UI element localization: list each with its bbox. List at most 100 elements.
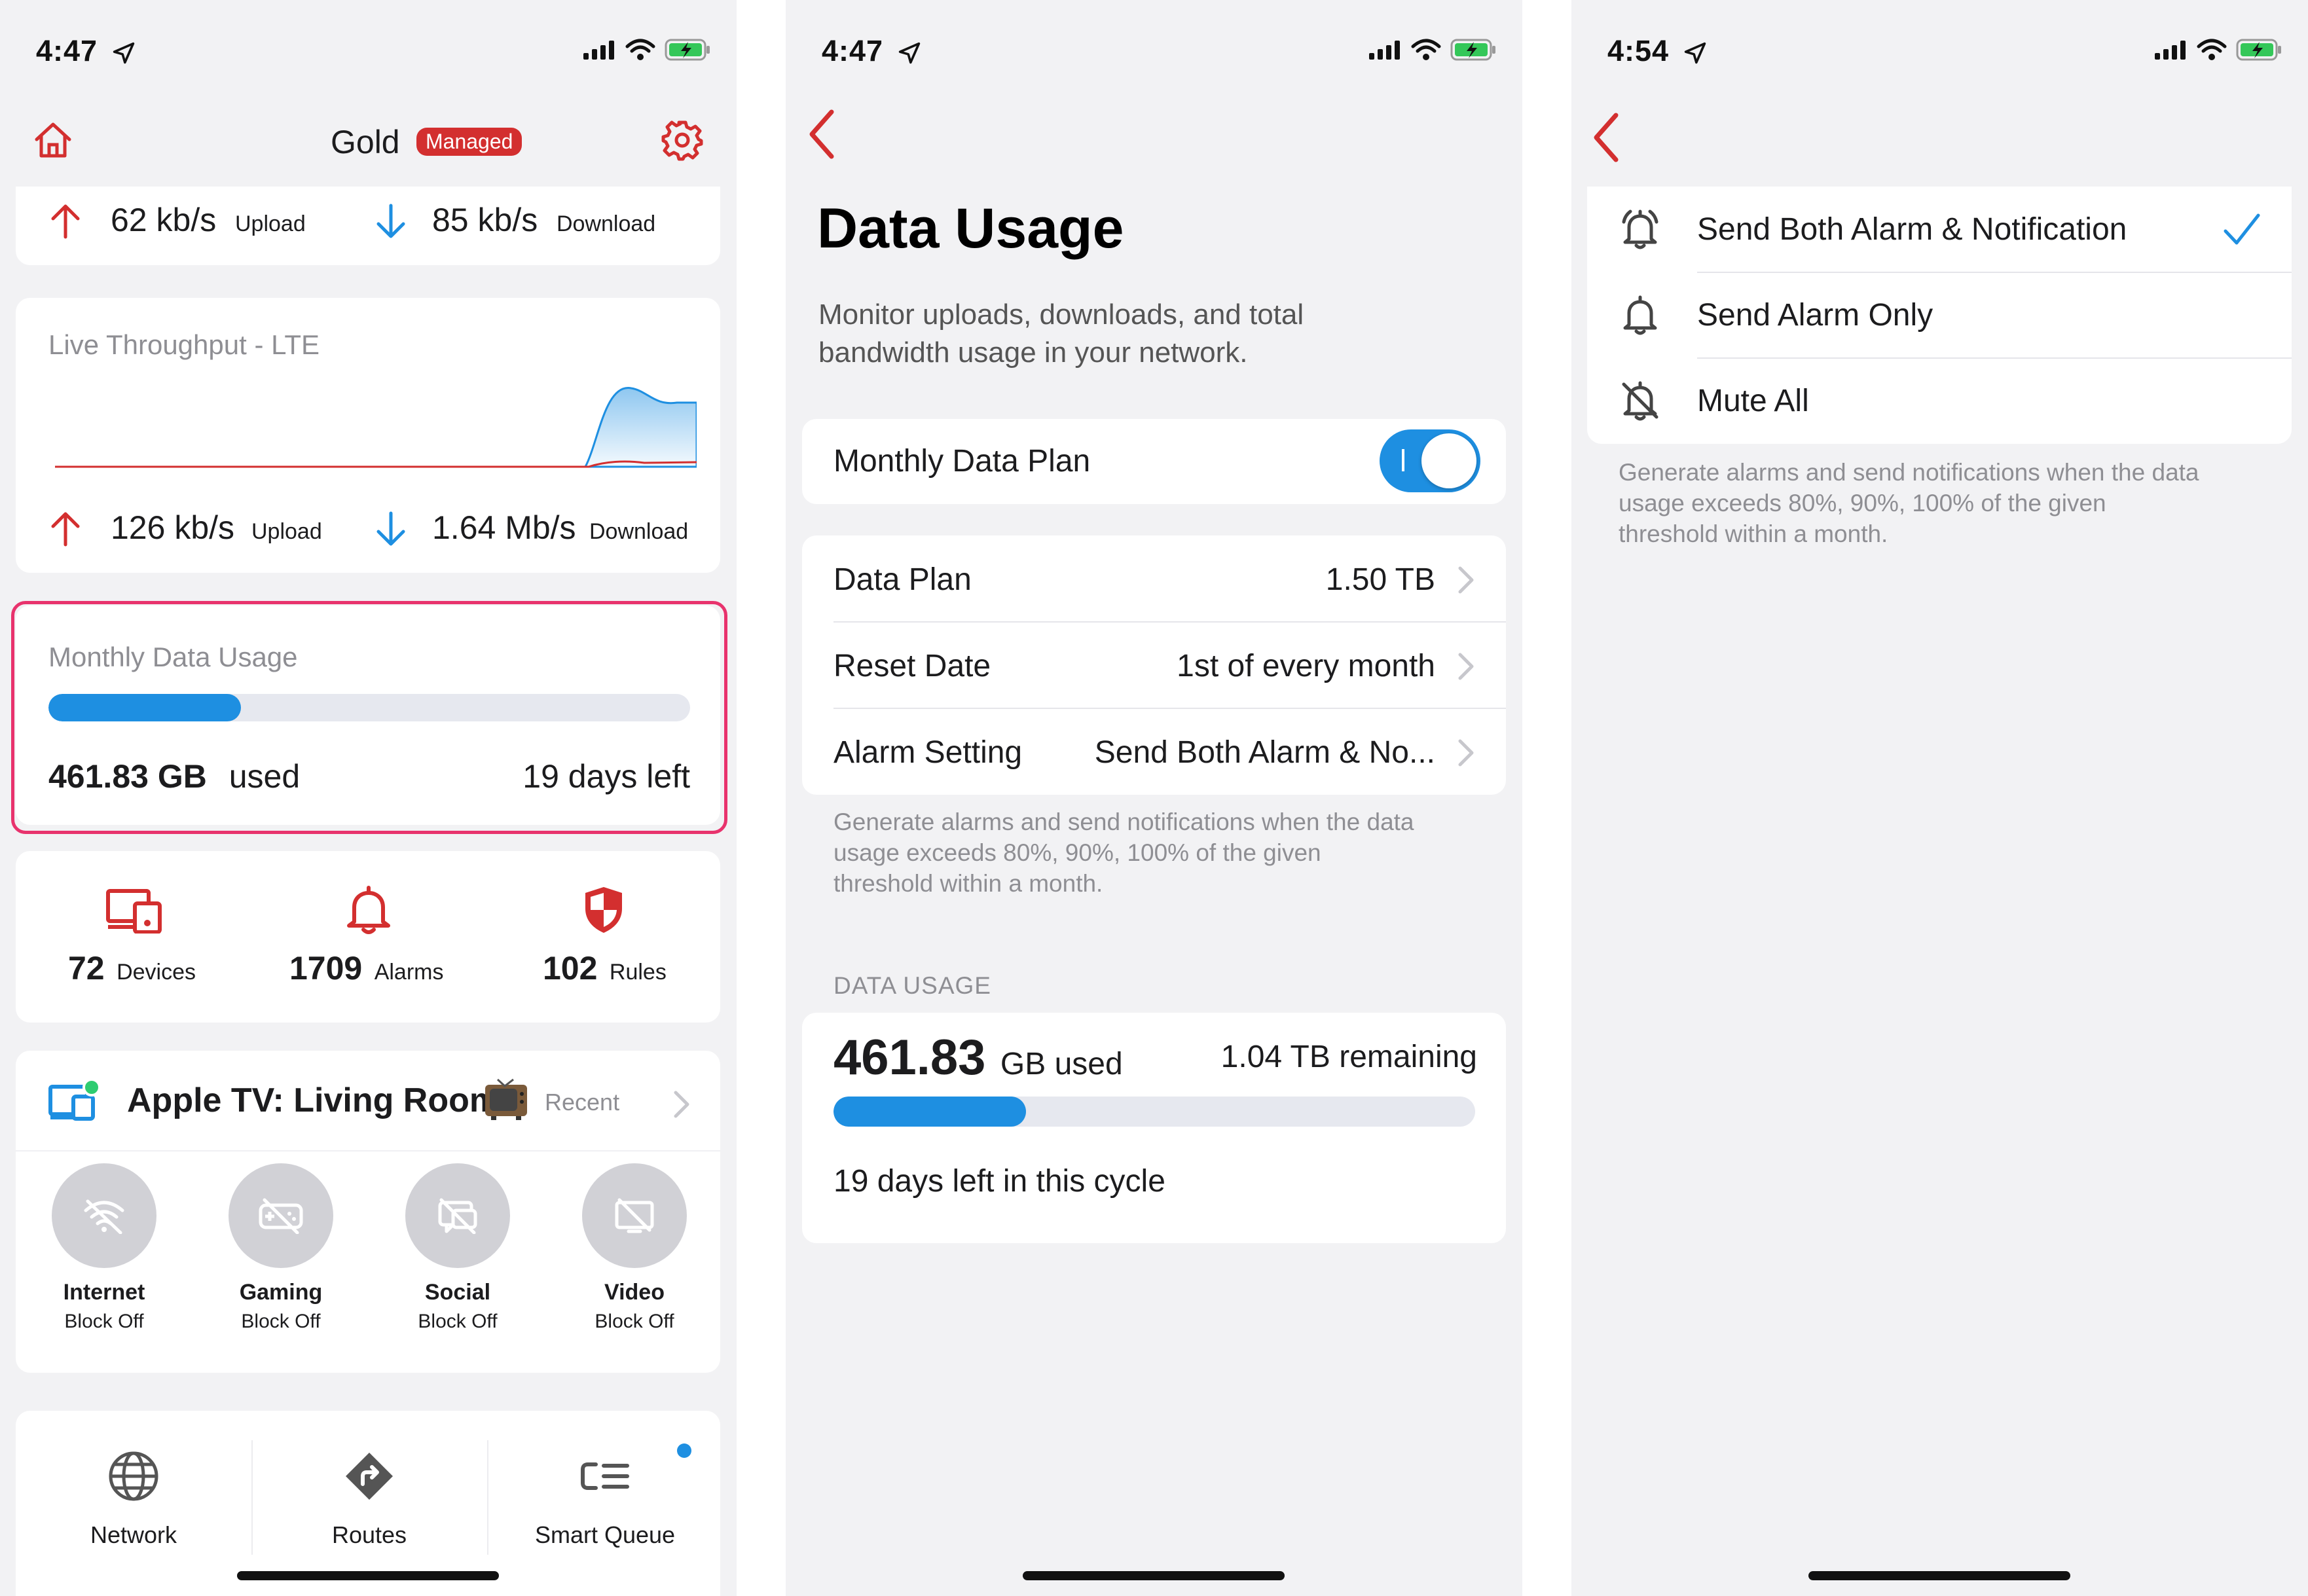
option-send-both[interactable]: Send Both Alarm & Notification	[1587, 187, 2292, 272]
live-throughput-card[interactable]: Live Throughput - LTE 126 kb/s Upload 1.…	[16, 298, 720, 573]
bell-off-icon	[1622, 381, 1658, 421]
location-arrow-icon	[113, 42, 134, 64]
nav-routes-label: Routes	[331, 1521, 407, 1548]
checkmark-icon	[2224, 213, 2260, 245]
social-off-icon	[438, 1198, 477, 1234]
home-indicator	[1023, 1571, 1285, 1580]
option-mute-all-label: Mute All	[1697, 384, 1809, 418]
settings-gear-icon[interactable]	[661, 119, 703, 161]
upload-arrow-icon	[51, 512, 80, 547]
wifi-icon	[2197, 39, 2227, 60]
option-send-alarm-only[interactable]: Send Alarm Only	[1587, 272, 2292, 358]
remaining: 1.04 TB remaining	[1220, 1040, 1477, 1074]
download-label: Download	[557, 211, 656, 236]
highlight-outline	[11, 601, 727, 834]
data-plan-row[interactable]: Data Plan 1.50 TB	[802, 535, 1506, 622]
video-block-circle[interactable]	[582, 1163, 687, 1268]
gaming-block-circle[interactable]	[229, 1163, 333, 1268]
social-label: Social	[424, 1280, 491, 1305]
upload-arrow-icon	[51, 204, 80, 239]
location-arrow-icon	[898, 42, 920, 64]
new-dot	[677, 1443, 691, 1458]
page-subtitle: Monitor uploads, downloads, and total ba…	[818, 299, 1304, 369]
box-name: Gold	[331, 124, 400, 160]
bell-icon	[1623, 295, 1657, 335]
chevron-right-icon[interactable]	[672, 1090, 691, 1119]
device-icon	[48, 1078, 101, 1121]
signal-icon	[1369, 41, 1400, 60]
usage-used: 461.83 GB used	[833, 1029, 1123, 1086]
video-block-button[interactable]: Video Block Off	[582, 1163, 687, 1333]
wifi-off-icon	[84, 1199, 124, 1234]
live-download-label: Download	[589, 519, 689, 544]
option-send-alarm-only-label: Send Alarm Only	[1697, 298, 1933, 333]
feature-nav: Network Routes Smart Queue	[16, 1411, 720, 1596]
battery-charging-icon	[1450, 39, 1495, 61]
shield-icon	[585, 887, 622, 933]
internet-label: Internet	[63, 1280, 145, 1305]
signal-icon	[583, 41, 614, 60]
option-mute-all[interactable]: Mute All	[1587, 358, 2292, 444]
status-time: 4:47	[822, 34, 921, 68]
location-arrow-icon	[1684, 42, 1706, 64]
reset-date-row[interactable]: Reset Date 1st of every month	[802, 622, 1506, 708]
gaming-status: Block Off	[241, 1311, 321, 1332]
smart-queue-icon	[581, 1462, 629, 1490]
battery-charging-icon	[665, 39, 710, 61]
nav-smart-queue[interactable]: Smart Queue	[487, 1450, 723, 1549]
upload-value: 62 kb/s	[111, 202, 217, 238]
rules-count: 102	[543, 950, 598, 987]
alarm-note: Generate alarms and send notifications w…	[833, 808, 1414, 897]
internet-block-button[interactable]: Internet Block Off	[52, 1163, 156, 1333]
back-chevron-icon[interactable]	[805, 108, 838, 160]
social-block-button[interactable]: Social Block Off	[405, 1163, 510, 1333]
used-unit: GB used	[1000, 1047, 1123, 1081]
alarm-options-card: Send Both Alarm & Notification Send Alar…	[1587, 187, 2292, 444]
home-icon[interactable]	[33, 121, 73, 159]
plan-settings-card: Data Plan 1.50 TB Reset Date 1st of ever…	[802, 535, 1506, 795]
download-value: 85 kb/s	[432, 202, 538, 238]
internet-block-circle[interactable]	[52, 1163, 156, 1268]
wifi-icon	[625, 39, 655, 60]
alarm-setting-value: Send Both Alarm & No...	[1094, 735, 1435, 770]
monthly-plan-toggle[interactable]	[1380, 429, 1480, 492]
video-status: Block Off	[595, 1311, 674, 1332]
stat-rules[interactable]: 102 Rules	[543, 949, 667, 987]
usage-progress-track	[833, 1097, 1475, 1127]
video-label: Video	[604, 1280, 665, 1305]
stats-card: 72 Devices 1709 Alarms 102 Rules	[16, 851, 720, 1023]
alarm-setting-label: Alarm Setting	[833, 735, 1023, 770]
stat-alarms[interactable]: 1709 Alarms	[289, 949, 443, 987]
status-time: 4:47	[36, 34, 136, 68]
reset-date-label: Reset Date	[833, 649, 991, 683]
page-title: Data Usage	[817, 197, 1124, 260]
toggle-on-mark	[1402, 449, 1404, 471]
speed-summary-card: 62 kb/s Upload 85 kb/s Download	[16, 187, 720, 265]
data-usage-screen: 4:47 Data Usage Monitor uploads, downloa…	[786, 0, 1522, 1596]
status-icons	[583, 38, 712, 62]
chevron-right-icon	[1458, 566, 1474, 594]
usage-progress-fill	[833, 1097, 1026, 1127]
section-header: DATA USAGE	[833, 972, 991, 999]
monthly-plan-label: Monthly Data Plan	[833, 444, 1091, 479]
device-name[interactable]: Apple TV: Living Room	[127, 1081, 500, 1120]
managed-badge: Managed	[416, 128, 522, 156]
stat-devices[interactable]: 72 Devices	[68, 949, 196, 987]
live-upload-value: 126 kb/s	[111, 509, 235, 546]
alarms-count: 1709	[289, 950, 363, 987]
nav-network[interactable]: Network	[16, 1450, 251, 1549]
video-off-icon	[615, 1198, 654, 1233]
devices-count: 72	[68, 950, 105, 987]
live-download-value: 1.64 Mb/s	[432, 509, 576, 546]
alarm-setting-row[interactable]: Alarm Setting Send Both Alarm & No...	[802, 708, 1506, 795]
back-chevron-icon[interactable]	[1590, 111, 1622, 164]
devices-icon	[106, 889, 162, 934]
social-block-circle[interactable]	[405, 1163, 510, 1268]
gaming-block-button[interactable]: Gaming Block Off	[229, 1163, 333, 1333]
status-time: 4:54	[1607, 34, 1707, 68]
route-icon	[346, 1453, 393, 1500]
internet-status: Block Off	[64, 1311, 144, 1332]
live-upload-label: Upload	[251, 519, 322, 544]
nav-routes[interactable]: Routes	[251, 1450, 487, 1549]
alarm-note: Generate alarms and send notifications w…	[1619, 459, 2199, 547]
